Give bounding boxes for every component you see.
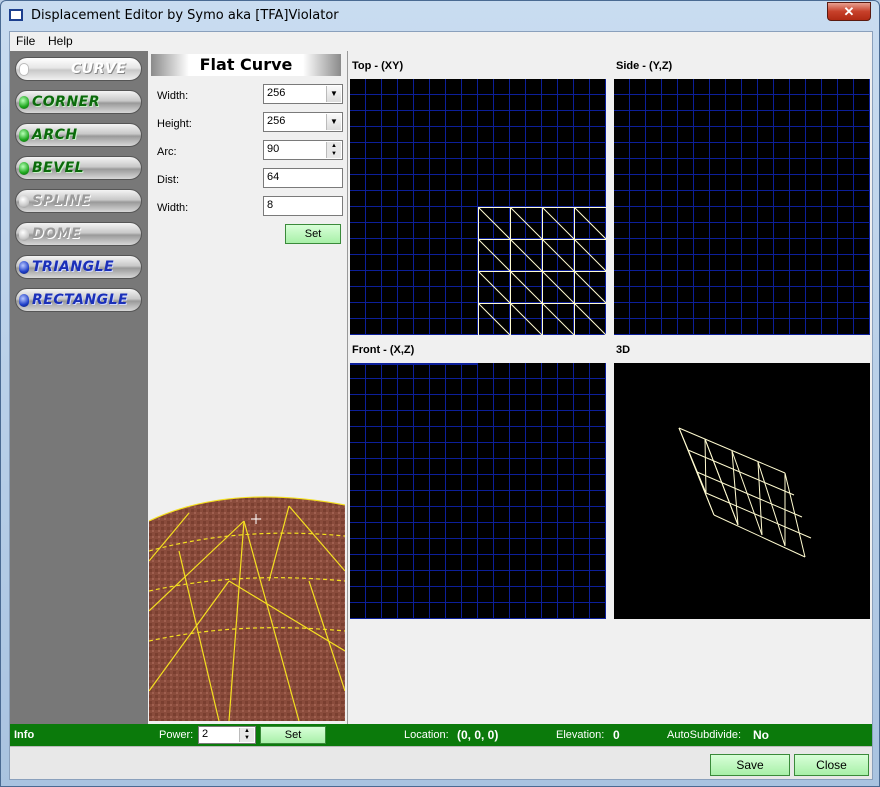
- dist-value: 64: [267, 171, 280, 183]
- preview-dome-image: [149, 496, 345, 721]
- save-button[interactable]: Save: [710, 754, 790, 776]
- properties-title: Flat Curve: [151, 54, 341, 76]
- info-title: Info: [14, 729, 35, 741]
- tool-label: ARCH: [32, 127, 78, 143]
- tool-label: SPLINE: [32, 193, 91, 209]
- indicator-light-icon: [19, 129, 29, 142]
- indicator-light-icon: [19, 294, 29, 307]
- front-viewport[interactable]: [350, 363, 606, 619]
- indicator-light-icon: [19, 96, 29, 109]
- height-dropdown[interactable]: 256 ▼: [263, 112, 343, 132]
- top-mesh: [478, 207, 606, 335]
- width-dropdown[interactable]: 256 ▼: [263, 84, 343, 104]
- height-value: 256: [267, 115, 286, 127]
- tool-label: TRIANGLE: [32, 259, 115, 275]
- autosubdivide-label: AutoSubdivide:: [667, 729, 741, 741]
- preview-render: [149, 491, 345, 721]
- power-label: Power:: [159, 729, 194, 741]
- tool-spline-button[interactable]: SPLINE: [15, 189, 142, 213]
- top-viewport[interactable]: [350, 79, 606, 335]
- tool-panel: CURVE CORNER ARCH BEVEL SPLINE DOME TRIA…: [10, 51, 148, 724]
- width-value: 256: [267, 87, 286, 99]
- power-set-button[interactable]: Set: [260, 726, 326, 744]
- dist-label: Dist:: [157, 174, 179, 186]
- elevation-value: 0: [613, 728, 620, 742]
- power-spinner[interactable]: 2 ▲ ▼: [198, 726, 256, 744]
- indicator-light-icon: [19, 195, 29, 208]
- arc-value: 90: [267, 143, 280, 155]
- props-set-button[interactable]: Set: [285, 224, 341, 244]
- side-view-label: Side - (Y,Z): [616, 60, 673, 72]
- app-icon: [9, 9, 23, 21]
- indicator-light-icon: [19, 228, 29, 241]
- menu-help[interactable]: Help: [48, 34, 73, 48]
- bottom-bar: Save Close: [10, 746, 872, 779]
- properties-panel: Flat Curve Width: 256 ▼ Height: 256 ▼ Ar…: [148, 51, 348, 724]
- spinner-arrows-icon[interactable]: ▲ ▼: [239, 728, 254, 742]
- tool-label: RECTANGLE: [32, 292, 129, 308]
- width2-label: Width:: [157, 202, 189, 214]
- arc-label: Arc:: [157, 146, 177, 158]
- location-label: Location:: [404, 729, 449, 741]
- width2-input[interactable]: 8: [263, 196, 343, 216]
- chevron-down-icon[interactable]: ▼: [326, 86, 341, 102]
- tool-dome-button[interactable]: DOME: [15, 222, 142, 246]
- window-title: Displacement Editor by Symo aka [TFA]Vio…: [31, 8, 339, 23]
- tool-bevel-button[interactable]: BEVEL: [15, 156, 142, 180]
- tool-label: CURVE: [71, 61, 127, 77]
- title-bar[interactable]: Displacement Editor by Symo aka [TFA]Vio…: [1, 1, 879, 31]
- dist-input[interactable]: 64: [263, 168, 343, 188]
- info-bar: Info Power: 2 ▲ ▼ Set Location: (0, 0, 0)…: [10, 724, 872, 746]
- indicator-light-icon: [19, 162, 29, 175]
- indicator-light-icon: [19, 63, 29, 76]
- tool-curve-button[interactable]: CURVE: [15, 57, 142, 81]
- menu-bar: File Help: [10, 32, 872, 51]
- close-button[interactable]: Close: [794, 754, 869, 776]
- tool-label: BEVEL: [32, 160, 85, 176]
- tool-arch-button[interactable]: ARCH: [15, 123, 142, 147]
- tool-corner-button[interactable]: CORNER: [15, 90, 142, 114]
- 3d-viewport[interactable]: [614, 363, 870, 619]
- front-view-label: Front - (X,Z): [352, 344, 415, 356]
- window-close-button[interactable]: ✕: [827, 2, 871, 21]
- 3d-mesh: [678, 427, 812, 558]
- chevron-down-icon[interactable]: ▼: [326, 114, 341, 130]
- width2-value: 8: [267, 199, 274, 211]
- elevation-label: Elevation:: [556, 729, 605, 741]
- indicator-light-icon: [19, 261, 29, 274]
- location-value: (0, 0, 0): [457, 728, 499, 742]
- spinner-arrows-icon[interactable]: ▲ ▼: [326, 142, 341, 158]
- tool-label: DOME: [32, 226, 82, 242]
- viewports-area: Top - (XY) Side - (Y,Z) Front - (X,Z) 3D: [349, 51, 872, 724]
- top-view-label: Top - (XY): [352, 60, 404, 72]
- app-window: Displacement Editor by Symo aka [TFA]Vio…: [0, 0, 880, 787]
- side-viewport[interactable]: [614, 79, 870, 335]
- tool-rectangle-button[interactable]: RECTANGLE: [15, 288, 142, 312]
- tool-label: CORNER: [32, 94, 101, 110]
- front-mesh-edge: [350, 363, 478, 365]
- arc-spinner[interactable]: 90 ▲ ▼: [263, 140, 343, 160]
- 3d-view-label: 3D: [616, 344, 631, 356]
- client-area: File Help CURVE CORNER ARCH BEVEL SPLINE…: [9, 31, 873, 780]
- width-label: Width:: [157, 90, 189, 102]
- height-label: Height:: [157, 118, 192, 130]
- power-value: 2: [202, 728, 209, 740]
- tool-triangle-button[interactable]: TRIANGLE: [15, 255, 142, 279]
- menu-file[interactable]: File: [16, 34, 35, 48]
- autosubdivide-value: No: [753, 728, 769, 742]
